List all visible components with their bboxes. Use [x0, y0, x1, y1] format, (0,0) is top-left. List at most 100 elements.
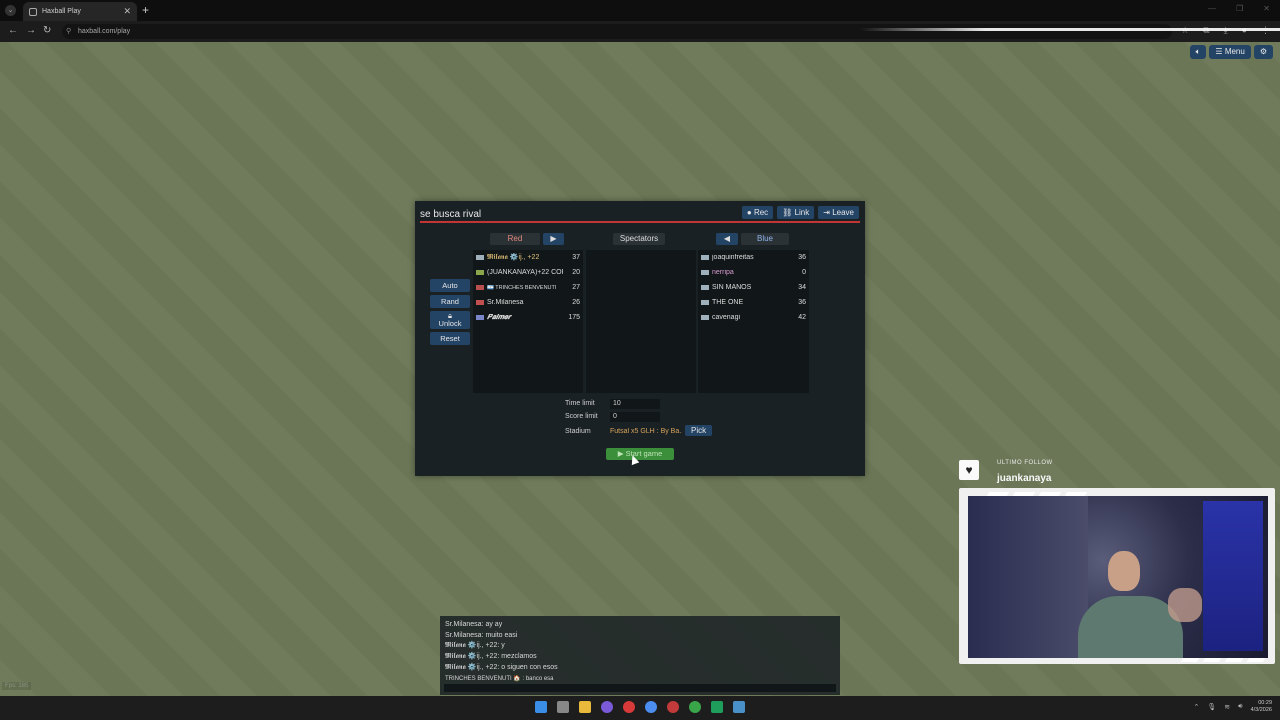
player-name: THE ONE: [712, 299, 744, 306]
browser-tab[interactable]: Haxball Play ✕: [23, 2, 137, 21]
move-to-blue-button[interactable]: ◀: [716, 233, 738, 245]
player-row[interactable]: SIN MANOS 34: [698, 280, 809, 295]
flag-icon: [701, 315, 709, 320]
player-points: 0: [802, 269, 806, 276]
minimize-icon[interactable]: —: [1208, 4, 1216, 13]
clock-time: 00:29: [1258, 700, 1272, 706]
flag-icon: [701, 270, 709, 275]
player-name: (JUANKANAYA)+22 COF: [487, 269, 563, 276]
app-icon[interactable]: [667, 701, 679, 713]
time-limit-label: Time limit: [565, 400, 595, 407]
chat-input[interactable]: [444, 684, 836, 692]
time-limit-row: Time limit 10: [565, 399, 660, 409]
player-row[interactable]: THE ONE 36: [698, 295, 809, 310]
player-points: 37: [572, 254, 580, 261]
player-row[interactable]: (JUANKANAYA)+22 COF 20: [473, 265, 583, 280]
app-icon[interactable]: [689, 701, 701, 713]
player-name: nerripa: [712, 269, 734, 276]
room-actions: ● Rec ⛓ Link ⇥ Leave: [741, 206, 859, 219]
streamer-hand: [1168, 588, 1202, 622]
player-row[interactable]: 𝑷𝒂𝒍𝒎𝒆𝒓 175: [473, 310, 583, 325]
reset-button[interactable]: Reset: [430, 332, 470, 345]
score-limit-input[interactable]: 0: [610, 412, 660, 422]
red-team-button[interactable]: Red: [490, 233, 540, 245]
move-to-red-button[interactable]: ▶: [543, 233, 564, 245]
close-tab-icon[interactable]: ✕: [123, 6, 131, 17]
time-limit-input[interactable]: 10: [610, 399, 660, 409]
task-view-icon[interactable]: [557, 701, 569, 713]
forward-icon[interactable]: →: [26, 25, 36, 36]
auto-button[interactable]: Auto: [430, 279, 470, 292]
chat-messages: Sr.Milanesa: ay ay Sr.Milanesa: muito ea…: [445, 620, 558, 684]
stadium-name: Futsal x5 GLH : By Ba...: [610, 428, 682, 435]
app-icon[interactable]: [733, 701, 745, 713]
tab-search-icon[interactable]: ⌄: [5, 5, 16, 16]
media-player-icon[interactable]: [623, 701, 635, 713]
webcam-feed: [968, 496, 1268, 658]
unlock-button[interactable]: 🔒︎ Unlock: [430, 311, 470, 329]
player-points: 36: [798, 299, 806, 306]
leave-button[interactable]: ⇥ Leave: [818, 206, 859, 219]
site-info-icon[interactable]: ⚲: [66, 24, 71, 39]
player-points: 34: [798, 284, 806, 291]
player-row[interactable]: nerripa 0: [698, 265, 809, 280]
player-row[interactable]: Sr.Milanesa 26: [473, 295, 583, 310]
player-row[interactable]: 🇦🇷 TRINCHES BENVENUTI 27: [473, 280, 583, 295]
player-row[interactable]: joaquinfreitas 36: [698, 250, 809, 265]
address-bar[interactable]: ⚲ haxball.com/play: [62, 24, 1172, 39]
gear-icon[interactable]: ⚙: [1253, 45, 1273, 59]
excel-icon[interactable]: [711, 701, 723, 713]
blue-player-list: joaquinfreitas 36 nerripa 0 SIN MANOS 34 TH…: [698, 250, 809, 393]
speaker-icon[interactable]: 🔈︎: [1189, 45, 1207, 59]
rec-button[interactable]: ● Rec: [741, 206, 774, 219]
maximize-icon[interactable]: ❐: [1236, 4, 1243, 13]
microphone-icon[interactable]: 🎙︎: [1207, 703, 1216, 711]
menu-button[interactable]: ☰ Menu: [1209, 45, 1251, 59]
flag-icon: [476, 300, 484, 305]
spectator-list: [586, 250, 696, 393]
blue-team-button[interactable]: Blue: [741, 233, 789, 245]
back-icon[interactable]: ←: [8, 25, 18, 36]
player-points: 20: [572, 269, 580, 276]
tray-chevron-icon[interactable]: ⌃: [1194, 703, 1200, 711]
player-name: 𝑷𝒂𝒍𝒎𝒆𝒓: [487, 313, 512, 321]
player-name: 𝕸𝖎𝖑𝖆𝖓𝖆 ⚙️ij., +22: [487, 254, 540, 261]
flag-icon: [476, 270, 484, 275]
start-game-button[interactable]: ▶ Start game: [606, 448, 674, 460]
browser-toolbar: ← → ↻ ⚲ haxball.com/play ☆ ⧉ ⤓ ● ⋮: [0, 21, 1280, 42]
clock-date: 4/3/2026: [1250, 707, 1272, 713]
room-window: [1203, 501, 1263, 651]
menu-label: Menu: [1224, 47, 1245, 56]
reload-icon[interactable]: ↻: [43, 25, 51, 36]
system-tray: ⌃ 🎙︎ ≋ 🔊︎ 00:29 4/3/2026: [1194, 700, 1272, 714]
start-icon[interactable]: [535, 701, 547, 713]
pick-stadium-button[interactable]: Pick: [685, 425, 713, 436]
link-button[interactable]: ⛓ Link: [777, 206, 815, 219]
stadium-row: Stadium Futsal x5 GLH : By Ba... Pick: [565, 425, 713, 436]
player-row[interactable]: 𝕸𝖎𝖑𝖆𝖓𝖆 ⚙️ij., +22 37: [473, 250, 583, 265]
player-points: 26: [572, 299, 580, 306]
volume-icon[interactable]: 🔊︎: [1238, 703, 1242, 711]
close-window-icon[interactable]: ✕: [1263, 4, 1270, 13]
room-dialog: se busca rival ● Rec ⛓ Link ⇥ Leave Red …: [415, 201, 865, 476]
chrome-icon[interactable]: [645, 701, 657, 713]
room-title: se busca rival: [420, 209, 482, 220]
file-explorer-icon[interactable]: [579, 701, 591, 713]
discord-icon[interactable]: [601, 701, 613, 713]
wifi-icon[interactable]: ≋: [1224, 703, 1230, 711]
stadium-label: Stadium: [565, 428, 591, 435]
new-tab-icon[interactable]: +: [142, 3, 149, 17]
rand-button[interactable]: Rand: [430, 295, 470, 308]
title-divider: [420, 221, 860, 223]
favicon-icon: [29, 7, 37, 16]
unlock-label: Unlock: [438, 319, 462, 328]
url-highlight: [860, 28, 1280, 31]
flag-icon: [476, 255, 484, 260]
chat-message: Sr.Milanesa: muito easi: [445, 631, 518, 639]
clock[interactable]: 00:29 4/3/2026: [1251, 700, 1272, 714]
spectators-button[interactable]: Spectators: [613, 233, 665, 245]
player-row[interactable]: cavenagi 42: [698, 310, 809, 325]
leave-label: Leave: [832, 208, 854, 217]
game-top-controls: 🔈︎ ☰ Menu ⚙: [1189, 45, 1273, 59]
player-name: SIN MANOS: [712, 284, 752, 291]
